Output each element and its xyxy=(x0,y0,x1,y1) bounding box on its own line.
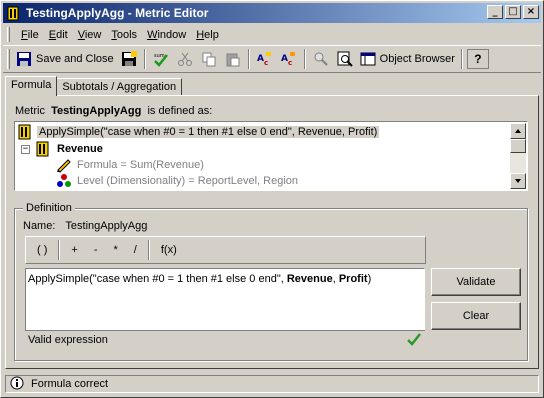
paste-icon xyxy=(225,51,241,67)
status-pane: Formula correct xyxy=(5,375,539,393)
svg-text:A: A xyxy=(281,54,288,64)
menu-file[interactable]: File xyxy=(16,29,44,41)
validate-button[interactable]: Validate xyxy=(431,268,521,296)
metric-icon xyxy=(18,124,34,140)
metric-definition-tree[interactable]: ApplySimple("case when #0 = 1 then #1 el… xyxy=(14,121,528,191)
tree-row-level[interactable]: Level (Dimensionality) = ReportLevel, Re… xyxy=(56,173,300,189)
minimize-button[interactable]: _ xyxy=(487,5,503,19)
menu-edit[interactable]: Edit xyxy=(44,29,73,41)
tree-row-label: Level (Dimensionality) = ReportLevel, Re… xyxy=(77,175,299,187)
minus-button[interactable]: - xyxy=(86,239,106,261)
save-as-icon xyxy=(121,51,137,67)
dimensionality-icon xyxy=(56,173,72,189)
object-browser-button[interactable]: Object Browser xyxy=(358,48,457,70)
parentheses-button[interactable]: ( ) xyxy=(29,239,55,261)
operator-toolbar: ( ) + - * / f(x) xyxy=(25,236,426,264)
validation-status-bar: Valid expression xyxy=(25,330,425,348)
spellcheck-options-button[interactable]: A c xyxy=(278,48,300,70)
toolbar-grip[interactable] xyxy=(7,49,10,69)
status-bar: Formula correct xyxy=(3,373,541,395)
metric-icon xyxy=(36,141,52,157)
scroll-thumb[interactable] xyxy=(510,139,526,153)
info-icon xyxy=(10,376,26,392)
toolbar-separator xyxy=(303,49,306,69)
collapse-toggle[interactable]: − xyxy=(21,144,30,154)
validation-status: Valid expression xyxy=(28,333,108,346)
svg-text:c: c xyxy=(288,59,292,67)
copy-button[interactable] xyxy=(198,48,220,70)
find-button[interactable] xyxy=(310,48,332,70)
find-object-icon xyxy=(337,51,353,67)
tree-row-label: Formula = Sum(Revenue) xyxy=(77,159,204,171)
title-bar[interactable]: TestingApplyAgg - Metric Editor _ □ × xyxy=(3,3,541,23)
menu-tools[interactable]: Tools xyxy=(106,29,142,41)
toolbar-separator xyxy=(460,49,463,69)
definition-name-row: Name: TestingApplyAgg xyxy=(23,220,147,232)
check-icon xyxy=(407,332,421,346)
plus-button[interactable]: + xyxy=(63,239,85,261)
menu-window[interactable]: Window xyxy=(142,29,191,41)
find-object-button[interactable] xyxy=(334,48,356,70)
save-and-close-button[interactable]: Save and Close xyxy=(14,48,116,70)
copy-icon xyxy=(201,51,217,67)
name-label: Name: xyxy=(23,220,56,232)
metric-name: TestingApplyAgg xyxy=(51,105,142,117)
tab-strip: Formula Subtotals / Aggregation xyxy=(5,75,183,96)
window-title: TestingApplyAgg - Metric Editor xyxy=(26,6,209,20)
save-button[interactable] xyxy=(118,48,140,70)
validate-sum-button[interactable]: sum xyxy=(150,48,172,70)
save-icon xyxy=(16,51,32,67)
maximize-button[interactable]: □ xyxy=(505,5,521,19)
definition-group-label: Definition xyxy=(23,202,75,214)
formula-pencil-icon xyxy=(56,157,72,173)
divide-button[interactable]: / xyxy=(126,239,145,261)
menu-view[interactable]: View xyxy=(73,29,107,41)
svg-text:c: c xyxy=(264,59,268,67)
spellcheck-button[interactable]: A c xyxy=(254,48,276,70)
multiply-button[interactable]: * xyxy=(106,239,126,261)
close-button[interactable]: × xyxy=(523,5,539,19)
menu-grip[interactable] xyxy=(7,27,10,42)
save-and-close-label: Save and Close xyxy=(36,53,114,65)
tree-row-formula[interactable]: Formula = Sum(Revenue) xyxy=(56,157,206,173)
operator-separator xyxy=(147,240,150,260)
tab-formula[interactable]: Formula xyxy=(5,76,58,96)
menu-bar: File Edit View Tools Window Help xyxy=(3,25,541,44)
tree-row-label: ApplySimple("case when #0 = 1 then #1 el… xyxy=(37,126,380,138)
tree-row-revenue[interactable]: − Revenue xyxy=(21,141,105,157)
scroll-up-button[interactable] xyxy=(510,123,526,139)
function-button[interactable]: f(x) xyxy=(153,239,185,261)
object-browser-icon xyxy=(360,51,376,67)
tree-scrollbar[interactable] xyxy=(510,123,526,189)
operator-separator xyxy=(58,240,61,260)
toolbar: Save and Close sum A c A c Object Browse… xyxy=(3,45,541,73)
svg-text:A: A xyxy=(257,54,264,64)
expression-text[interactable]: ApplySimple("case when #0 = 1 then #1 el… xyxy=(28,273,371,285)
metric-defined-label: Metric TestingApplyAgg is defined as: xyxy=(15,105,213,117)
toolbar-separator xyxy=(247,49,250,69)
paste-button[interactable] xyxy=(222,48,244,70)
tree-row-label: Revenue xyxy=(57,143,103,155)
toolbar-separator xyxy=(143,49,146,69)
metric-editor-window: TestingApplyAgg - Metric Editor _ □ × Fi… xyxy=(0,0,544,398)
help-button[interactable]: ? xyxy=(466,49,489,69)
find-icon xyxy=(313,51,329,67)
tab-subtotals-aggregation[interactable]: Subtotals / Aggregation xyxy=(56,78,183,95)
menu-help[interactable]: Help xyxy=(191,29,224,41)
spellcheck-options-icon: A c xyxy=(281,51,297,67)
status-message: Formula correct xyxy=(31,378,109,390)
help-icon: ? xyxy=(474,52,482,66)
name-value: TestingApplyAgg xyxy=(65,220,148,232)
cut-button[interactable] xyxy=(174,48,196,70)
sum-check-icon: sum xyxy=(153,51,169,67)
object-browser-label: Object Browser xyxy=(379,53,455,65)
scroll-down-button[interactable] xyxy=(510,173,526,189)
clear-button[interactable]: Clear xyxy=(431,302,521,330)
spellcheck-icon: A c xyxy=(257,51,273,67)
metric-icon xyxy=(6,5,22,21)
tree-row-applysimple[interactable]: ApplySimple("case when #0 = 1 then #1 el… xyxy=(18,124,380,140)
cut-icon xyxy=(177,51,193,67)
